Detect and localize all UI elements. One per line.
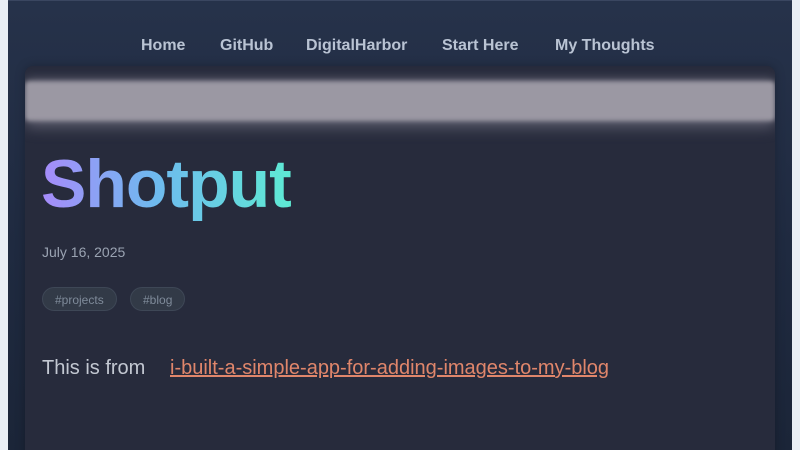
nav-link-digitalharbor[interactable]: DigitalHarbor xyxy=(306,37,407,55)
tag-blog[interactable]: #blog xyxy=(130,287,186,311)
post-source-link[interactable]: i-built-a-simple-app-for-adding-images-t… xyxy=(170,356,609,380)
nav-link-my-thoughts[interactable]: My Thoughts xyxy=(555,37,655,55)
post-card: Shotput July 16, 2025 #projects #blog Th… xyxy=(25,66,775,450)
post-title: Shotput xyxy=(41,146,292,222)
hero-image-placeholder xyxy=(25,81,775,121)
page: Home GitHub DigitalHarbor Start Here My … xyxy=(8,0,792,450)
nav-link-start-here[interactable]: Start Here xyxy=(442,37,518,55)
top-nav: Home GitHub DigitalHarbor Start Here My … xyxy=(8,0,792,67)
nav-link-home[interactable]: Home xyxy=(141,37,185,55)
tag-projects[interactable]: #projects xyxy=(42,287,117,311)
post-date: July 16, 2025 xyxy=(42,244,126,260)
post-body-text: This is from xyxy=(42,357,146,379)
nav-link-github[interactable]: GitHub xyxy=(220,37,273,55)
